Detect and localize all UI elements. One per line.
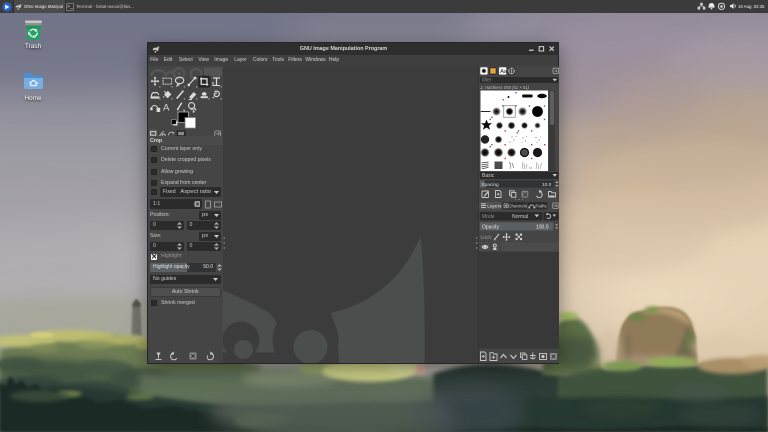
svg-text:Normal: Normal <box>512 214 528 220</box>
svg-text:Layers: Layers <box>487 203 502 209</box>
svg-text:10.0: 10.0 <box>542 181 552 187</box>
svg-text:Opacity: Opacity <box>482 224 499 230</box>
svg-text:Basic: Basic <box>482 173 495 179</box>
svg-text:Paths: Paths <box>535 203 547 208</box>
svg-text:Aa: Aa <box>500 69 508 75</box>
svg-text:2. Hardness 050 (51 × 51): 2. Hardness 050 (51 × 51) <box>479 85 529 90</box>
svg-text:Spacing: Spacing <box>481 181 499 187</box>
svg-text:100.0: 100.0 <box>536 224 549 230</box>
svg-text:Mode: Mode <box>482 214 495 220</box>
svg-text:filter: filter <box>482 77 492 83</box>
svg-text:A: A <box>163 102 170 113</box>
svg-text:st: st <box>529 166 532 170</box>
svg-text:Lock:: Lock: <box>480 234 492 240</box>
svg-text:Channels: Channels <box>508 203 527 208</box>
